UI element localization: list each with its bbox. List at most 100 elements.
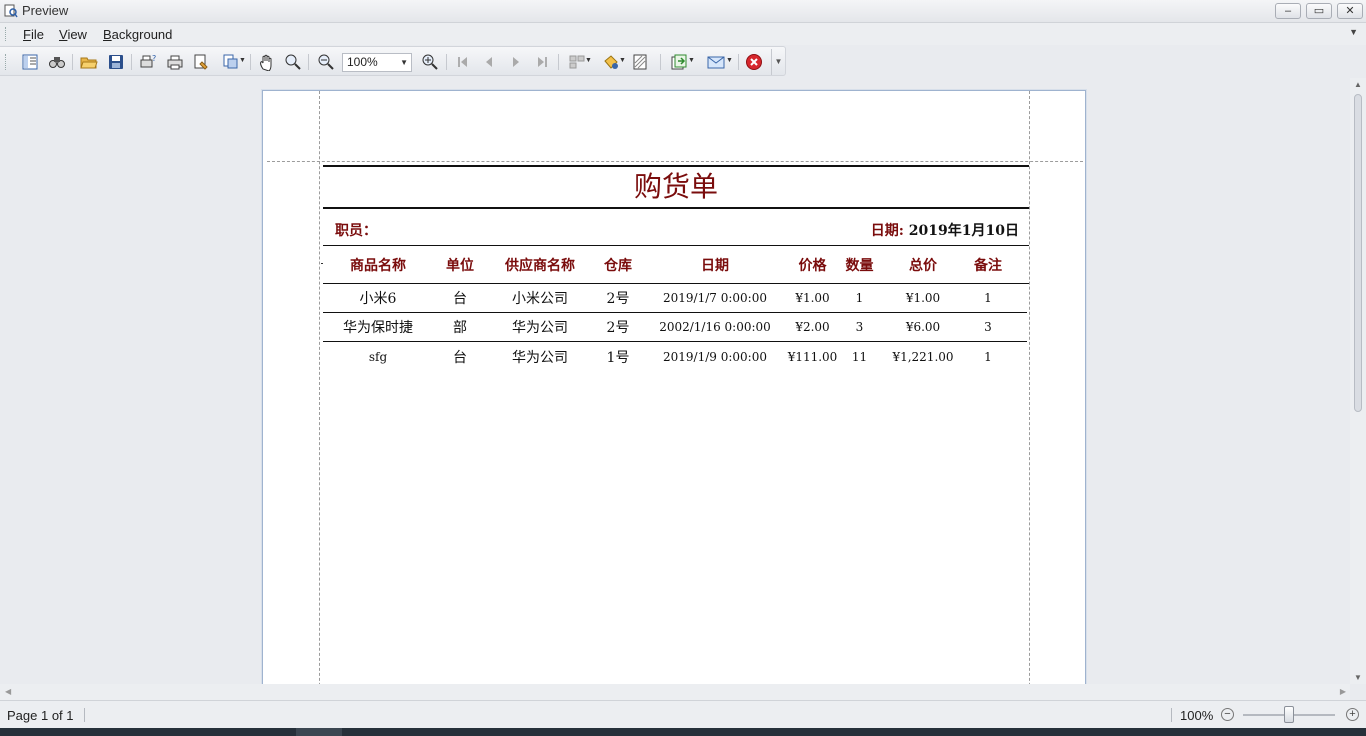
scroll-up-arrow-icon[interactable]: ▲ <box>1354 80 1362 89</box>
preview-app-icon <box>4 4 18 18</box>
cell-total: ¥1.00 <box>905 291 941 305</box>
menu-grip[interactable] <box>5 27 8 41</box>
page-indicator: Page 1 of 1 <box>7 708 74 723</box>
close-window-button[interactable]: ✕ <box>1337 3 1363 19</box>
export-dropdown-arrow-icon[interactable]: ▼ <box>688 57 695 64</box>
top-margin-guide <box>267 161 1083 162</box>
table-row: 小米6 台 小米公司 2号 2019/1/7 0:00:00 ¥1.00 1 ¥… <box>323 284 1027 313</box>
date-label: 日期: <box>870 223 904 239</box>
toolbar-separator <box>660 54 661 70</box>
cell-product: sfg <box>368 349 388 364</box>
zoom-select[interactable]: 100% ▼ <box>342 53 412 72</box>
color-dropdown-arrow-icon[interactable]: ▼ <box>619 57 626 64</box>
first-page-icon[interactable] <box>454 53 472 71</box>
cell-remark: 1 <box>984 291 992 305</box>
zoom-in-button[interactable]: + <box>1346 708 1359 721</box>
zoom-in-icon[interactable] <box>421 53 439 71</box>
cell-product: 小米6 <box>359 291 397 307</box>
export-icon[interactable] <box>670 53 688 71</box>
menu-file[interactable]: File <box>23 27 44 42</box>
multiple-pages-icon[interactable] <box>568 53 586 71</box>
save-icon[interactable] <box>107 53 125 71</box>
email-dropdown-arrow-icon[interactable]: ▼ <box>726 57 733 64</box>
column-header: 备注 <box>974 257 1002 274</box>
maximize-button[interactable]: ▭ <box>1306 3 1332 19</box>
open-icon[interactable] <box>80 53 98 71</box>
print-dialog-icon[interactable]: ? <box>139 53 157 71</box>
last-page-icon[interactable] <box>533 53 551 71</box>
menu-file-accesskey: F <box>23 27 31 42</box>
scroll-right-arrow-icon[interactable]: ▶ <box>1340 687 1346 696</box>
previous-page-icon[interactable] <box>480 53 498 71</box>
cell-quantity: 3 <box>855 320 864 334</box>
minimize-button[interactable]: – <box>1275 3 1301 19</box>
cell-warehouse: 2号 <box>606 291 630 307</box>
cell-warehouse: 1号 <box>606 349 630 366</box>
cell-supplier: 小米公司 <box>512 291 568 307</box>
cell-date: 2019/1/7 0:00:00 <box>663 291 767 305</box>
hand-tool-icon[interactable] <box>258 53 276 71</box>
magnifier-icon[interactable] <box>284 53 302 71</box>
date-value: 2019年1月10日 <box>908 223 1019 239</box>
cell-quantity: 11 <box>851 349 868 364</box>
menu-background-accesskey: B <box>103 27 112 42</box>
toolbar-overflow-chevron-icon[interactable]: ▼ <box>771 49 785 75</box>
menu-view[interactable]: View <box>59 27 87 42</box>
scale-dropdown-arrow-icon[interactable]: ▼ <box>239 57 246 64</box>
toolbar-separator <box>446 54 447 70</box>
status-bar: Page 1 of 1 100% − + <box>0 700 1366 728</box>
document-map-icon[interactable] <box>21 53 39 71</box>
zoom-percentage: 100% <box>1180 708 1214 723</box>
watermark-icon[interactable] <box>631 53 649 71</box>
scroll-down-arrow-icon[interactable]: ▼ <box>1354 673 1362 682</box>
cell-supplier: 华为公司 <box>512 349 568 366</box>
right-margin-guide <box>1029 91 1030 684</box>
zoom-out-icon[interactable] <box>317 53 335 71</box>
toolbar: ? ▼ 100% ▼ ▼ ▼ ▼ ▼ ▼ <box>0 46 786 76</box>
page-setup-icon[interactable] <box>192 53 210 71</box>
scroll-left-arrow-icon[interactable]: ◀ <box>5 687 11 696</box>
multiple-pages-dropdown-arrow-icon[interactable]: ▼ <box>585 57 592 64</box>
vertical-scroll-thumb[interactable] <box>1354 94 1362 412</box>
window-title: Preview <box>22 3 69 18</box>
taskbar <box>0 728 1366 736</box>
toolbar-separator <box>558 54 559 70</box>
color-icon[interactable] <box>602 53 620 71</box>
zoom-slider-thumb[interactable] <box>1284 706 1294 723</box>
zoom-select-value: 100% <box>347 55 378 69</box>
cell-remark: 3 <box>984 320 992 334</box>
preview-viewport[interactable]: 购货单 职员： 日期: 2019年1月10日 商品名称 单位 供应商名称 仓库 … <box>0 78 1350 684</box>
status-separator <box>84 708 85 722</box>
left-margin-guide <box>319 91 320 684</box>
cell-date: 2019/1/9 0:00:00 <box>663 349 767 364</box>
report-date: 日期: 2019年1月10日 <box>871 220 1019 240</box>
title-bar: Preview – ▭ ✕ <box>0 0 1366 23</box>
email-icon[interactable] <box>707 53 725 71</box>
toolbar-grip[interactable] <box>5 54 8 70</box>
taskbar-button[interactable] <box>296 728 342 736</box>
column-header: 数量 <box>845 257 874 274</box>
column-header: 单位 <box>446 257 474 274</box>
next-page-icon[interactable] <box>507 53 525 71</box>
toolbar-separator <box>131 54 132 70</box>
cell-unit: 部 <box>453 320 467 336</box>
menu-view-label: iew <box>67 27 87 42</box>
cell-date: 2002/1/16 0:00:00 <box>659 320 771 334</box>
chevron-down-icon[interactable]: ▼ <box>400 54 408 71</box>
print-icon[interactable] <box>166 53 184 71</box>
menu-background[interactable]: Background <box>103 27 172 42</box>
cell-total: ¥1,221.00 <box>892 349 954 364</box>
menu-file-label: ile <box>30 27 44 42</box>
horizontal-scrollbar[interactable]: ◀ ▶ <box>0 684 1350 700</box>
find-icon[interactable] <box>48 53 66 71</box>
cell-supplier: 华为公司 <box>512 320 568 336</box>
column-header: 仓库 <box>604 257 632 274</box>
close-preview-icon[interactable] <box>745 53 763 71</box>
cell-quantity: 1 <box>855 291 864 305</box>
menu-overflow-chevron-icon[interactable]: ▼ <box>1349 27 1358 37</box>
table-row: sfg 台 华为公司 1号 2019/1/9 0:00:00 ¥111.00 1… <box>323 342 1027 371</box>
zoom-out-button[interactable]: − <box>1221 708 1234 721</box>
scale-icon[interactable] <box>222 53 240 71</box>
vertical-scrollbar[interactable]: ▲ ▼ <box>1350 78 1366 684</box>
column-header: 供应商名称 <box>505 257 575 274</box>
